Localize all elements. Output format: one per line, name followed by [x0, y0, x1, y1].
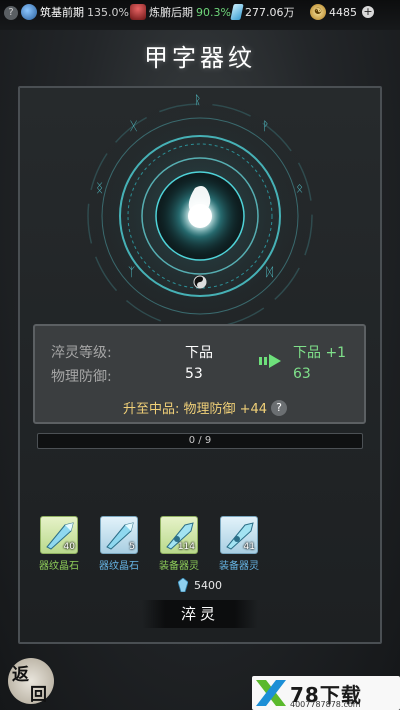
page-title: 甲字器纹 — [144, 44, 256, 72]
item-name: 装备器灵 — [159, 561, 199, 572]
item-box: 114 — [160, 516, 198, 554]
realm-orb-icon — [21, 4, 37, 20]
svg-text:ᚷ: ᚷ — [130, 119, 137, 133]
plus-icon[interactable]: + — [362, 6, 374, 18]
def-current: 53 — [185, 366, 203, 382]
level-next: 下品 +1 — [293, 345, 347, 361]
item-count: 40 — [63, 542, 75, 552]
item-box: 5 — [100, 516, 138, 554]
cost-value: 5400 — [194, 578, 222, 592]
arrow-right-icon — [259, 354, 281, 368]
def-next: 63 — [293, 366, 311, 382]
status-bar: ? 筑基前期 135.0% 炼腑后期 90.3% 277.06万 ☯ 4485 … — [0, 0, 400, 30]
body-realm-icon — [130, 4, 146, 20]
svg-text:ᛉ: ᛉ — [128, 265, 135, 279]
spirit-stone-stat[interactable]: 277.06万 — [230, 4, 295, 20]
material-slot[interactable]: 41 装备器灵 — [219, 516, 262, 572]
back-label-2: 回 — [30, 685, 47, 705]
rune-circle-icon: ᚱ ᚷ ᚹ ᛝ ᛟ ᛉ ᛞ — [82, 93, 318, 334]
realm-main-stat[interactable]: 筑基前期 135.0% — [21, 4, 129, 20]
realm-main-pct: 135.0% — [87, 5, 129, 19]
item-box: 40 — [40, 516, 78, 554]
item-count: 41 — [243, 542, 255, 552]
item-name: 装备器灵 — [219, 561, 259, 572]
spirit-stone-icon — [178, 578, 188, 592]
upgrade-tip-text: 升至中品: 物理防御 +44 — [123, 402, 268, 417]
site-watermark: 78下载 4007787878.com — [252, 676, 400, 710]
realm-body-pct: 90.3% — [196, 5, 231, 19]
spirit-stone-icon — [230, 4, 244, 20]
svg-text:ᚹ: ᚹ — [262, 119, 269, 133]
item-name: 器纹晶石 — [39, 561, 79, 572]
upgrade-tip: 升至中品: 物理防御 +44 ? — [123, 398, 288, 417]
temper-info-box: 淬灵等级: 下品 下品 +1 物理防御: 53 63 升至中品: 物理防御 +4… — [33, 324, 366, 424]
svg-text:ᛝ: ᛝ — [96, 181, 103, 195]
realm-body-stat[interactable]: 炼腑后期 90.3% — [130, 4, 231, 20]
svg-text:ᛟ: ᛟ — [296, 181, 303, 195]
level-current: 下品 — [185, 345, 213, 361]
watermark-url: 4007787878.com — [290, 700, 361, 709]
question-icon[interactable]: ? — [4, 6, 18, 20]
back-label-1: 返 — [12, 665, 29, 685]
material-slot[interactable]: 5 器纹晶石 — [99, 516, 142, 572]
svg-text:ᛞ: ᛞ — [266, 265, 273, 279]
gold-stat[interactable]: ☯ 4485 + — [310, 4, 374, 20]
realm-main-name: 筑基前期 — [40, 6, 84, 19]
back-button[interactable]: 返 回 — [8, 658, 54, 705]
level-label: 淬灵等级: — [51, 345, 112, 361]
item-count: 114 — [177, 542, 195, 552]
def-label: 物理防御: — [51, 369, 112, 385]
x-logo-icon — [256, 680, 286, 706]
spirit-stone-value: 277.06万 — [245, 6, 295, 19]
item-count: 5 — [129, 542, 135, 552]
realm-body-name: 炼腑后期 — [149, 6, 193, 19]
temper-cost: 5400 — [178, 578, 222, 592]
gold-value: 4485 — [329, 5, 357, 19]
rune-ring-art: ᚱ ᚷ ᚹ ᛝ ᛟ ᛉ ᛞ — [18, 88, 382, 334]
question-icon[interactable]: ? — [271, 399, 288, 416]
material-slot[interactable]: 114 装备器灵 — [159, 516, 202, 572]
temper-button[interactable]: 淬灵 — [142, 600, 258, 628]
item-box: 41 — [220, 516, 258, 554]
material-slot[interactable]: 40 器纹晶石 — [39, 516, 82, 572]
gold-coin-icon: ☯ — [310, 4, 326, 20]
temper-progress-bar: 0 / 9 — [37, 433, 363, 449]
svg-text:ᚱ: ᚱ — [194, 93, 201, 107]
progress-text: 0 / 9 — [188, 435, 212, 446]
item-name: 器纹晶石 — [99, 561, 139, 572]
